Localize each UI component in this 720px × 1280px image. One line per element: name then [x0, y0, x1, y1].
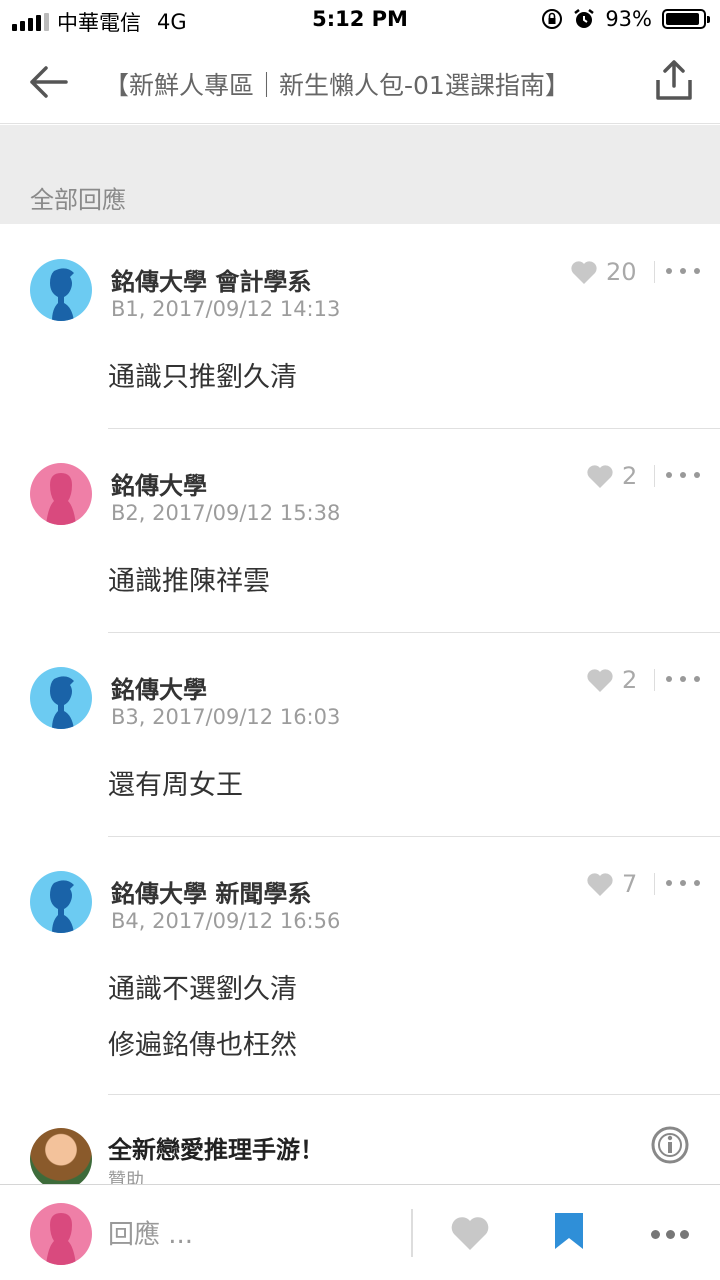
divider — [654, 669, 655, 691]
like-button[interactable]: 7 — [586, 870, 637, 898]
status-right: 93% — [541, 7, 710, 31]
more-options-icon[interactable] — [666, 465, 700, 485]
section-header: 全部回應 — [0, 125, 720, 224]
ad-info-icon[interactable] — [650, 1125, 690, 1165]
section-label: 全部回應 — [30, 186, 126, 214]
heart-icon — [587, 465, 613, 488]
rotation-lock-icon — [542, 9, 563, 29]
comment-body: 通識推陳祥雲 — [108, 554, 270, 610]
like-button[interactable]: 20 — [570, 258, 637, 286]
like-count: 20 — [606, 258, 637, 286]
comment-item: 銘傳大學 B2, 2017/09/12 15:38 2 通識推陳祥雲 — [0, 429, 720, 633]
comment-author: 銘傳大學 會計學系 — [111, 268, 312, 296]
comment-meta: B3, 2017/09/12 16:03 — [111, 705, 341, 729]
avatar[interactable] — [30, 259, 92, 321]
comment-line: 通識不選劉久清 — [108, 974, 297, 1005]
like-count: 2 — [622, 462, 638, 490]
like-button[interactable]: 2 — [586, 462, 637, 490]
comment-meta: B1, 2017/09/12 14:13 — [111, 297, 341, 321]
battery-icon — [662, 9, 710, 29]
divider — [654, 873, 655, 895]
heart-icon — [587, 669, 613, 692]
bookmark-icon[interactable] — [553, 1211, 585, 1251]
female-silhouette-icon — [46, 1213, 76, 1265]
like-count: 2 — [622, 666, 638, 694]
heart-icon — [571, 261, 597, 284]
reply-input[interactable] — [108, 1215, 388, 1255]
comment-meta: B2, 2017/09/12 15:38 — [111, 501, 341, 525]
female-silhouette-icon — [46, 473, 76, 525]
share-upload-icon[interactable] — [654, 58, 694, 102]
comment-item: 銘傳大學 新聞學系 B4, 2017/09/12 16:56 7 通識不選劉久清… — [0, 837, 720, 1095]
nav-bar: 【新鮮人專區｜新生懶人包-01選課指南】 — [0, 40, 720, 124]
heart-icon[interactable] — [450, 1215, 490, 1251]
post-title: 【新鮮人專區｜新生懶人包-01選課指南】 — [104, 71, 570, 100]
avatar[interactable] — [30, 667, 92, 729]
more-options-icon[interactable] — [651, 1230, 689, 1240]
divider — [654, 465, 655, 487]
arrow-left-icon[interactable] — [24, 60, 72, 104]
more-options-icon[interactable] — [666, 873, 700, 893]
sponsor-title[interactable]: 全新戀愛推理手游！ — [108, 1130, 324, 1165]
battery-percent: 93% — [605, 7, 652, 31]
comment-body: 通識只推劉久清 — [108, 350, 297, 406]
comment-line: 還有周女王 — [108, 770, 243, 801]
divider — [411, 1209, 413, 1257]
comment-body: 還有周女王 — [108, 758, 243, 814]
avatar[interactable] — [30, 871, 92, 933]
comment-divider — [108, 1094, 720, 1095]
comment-item: 銘傳大學 會計學系 B1, 2017/09/12 14:13 20 通識只推劉久… — [0, 225, 720, 429]
comment-item: 銘傳大學 B3, 2017/09/12 16:03 2 還有周女王 — [0, 633, 720, 837]
comment-line: 修遍銘傳也枉然 — [108, 1030, 297, 1061]
comment-line: 通識只推劉久清 — [108, 362, 297, 393]
comment-author: 銘傳大學 新聞學系 — [111, 880, 312, 908]
user-avatar — [30, 1203, 92, 1265]
status-bar: 中華電信 4G 5:12 PM 93% — [0, 0, 720, 40]
male-silhouette-icon — [50, 880, 74, 933]
divider — [654, 261, 655, 283]
comment-body: 通識不選劉久清 修遍銘傳也枉然 — [108, 962, 297, 1074]
heart-icon — [587, 873, 613, 896]
like-count: 7 — [622, 870, 638, 898]
avatar[interactable] — [30, 463, 92, 525]
sponsor-avatar[interactable] — [30, 1128, 92, 1190]
comment-meta: B4, 2017/09/12 16:56 — [111, 909, 341, 933]
alarm-icon — [574, 9, 595, 28]
male-silhouette-icon — [50, 676, 74, 729]
like-button[interactable]: 2 — [586, 666, 637, 694]
comment-author: 銘傳大學 — [111, 676, 207, 704]
more-options-icon[interactable] — [666, 261, 700, 281]
more-options-icon[interactable] — [666, 669, 700, 689]
male-silhouette-icon — [50, 268, 74, 321]
comment-author: 銘傳大學 — [111, 472, 207, 500]
comment-line: 通識推陳祥雲 — [108, 566, 270, 597]
bottom-bar — [0, 1184, 720, 1280]
